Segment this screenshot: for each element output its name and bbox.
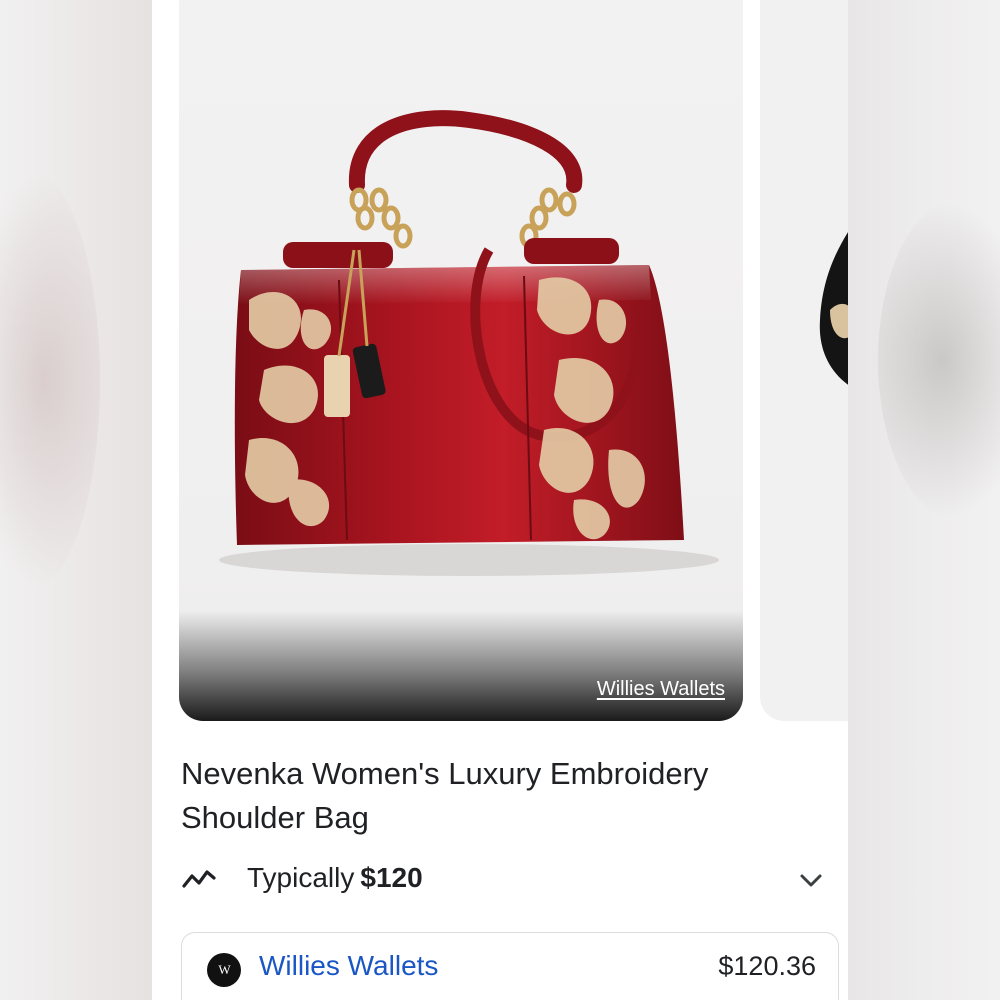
price-insight-row[interactable]: Typically $120 — [181, 858, 831, 902]
offer-row[interactable]: W Willies Wallets $120.36 — [181, 932, 839, 1000]
image-seller-link[interactable]: Willies Wallets — [597, 678, 725, 701]
trend-line-icon — [182, 870, 216, 888]
seller-logo: W — [207, 953, 241, 987]
shopping-panel: Willies Wallets Nevenka Women's Luxury E… — [152, 0, 848, 1000]
left-blur-backdrop — [0, 0, 152, 1000]
product-image-card[interactable]: Willies Wallets — [179, 0, 743, 721]
image-bottom-gradient — [179, 611, 743, 721]
product-title[interactable]: Nevenka Women's Luxury Embroidery Should… — [181, 752, 781, 840]
next-image-card[interactable] — [760, 0, 848, 721]
offer-seller-name[interactable]: Willies Wallets — [259, 950, 438, 982]
next-product-image — [819, 232, 848, 385]
chevron-down-icon[interactable] — [797, 868, 825, 892]
offer-price: $120.36 — [718, 951, 816, 981]
seller-logo-text: W — [218, 962, 230, 977]
typical-price-text: Typically $120 — [247, 862, 423, 894]
typical-price-value: $120 — [360, 862, 423, 893]
right-blur-backdrop — [848, 0, 1000, 1000]
typical-label: Typically — [247, 862, 355, 893]
